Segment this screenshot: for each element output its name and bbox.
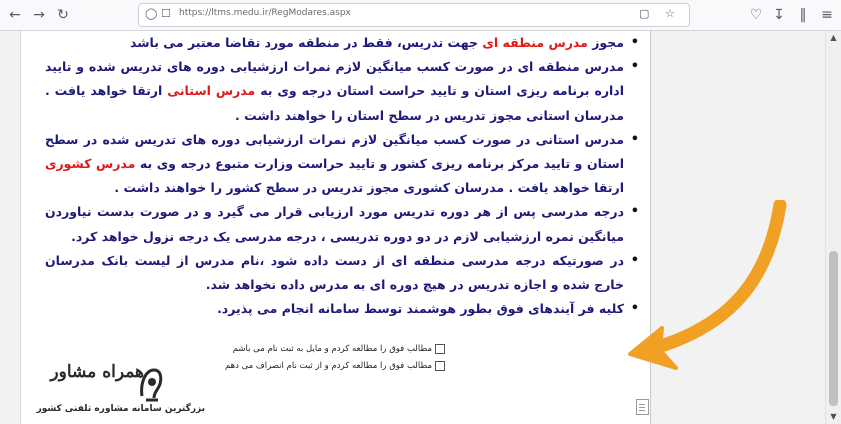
lock-icon[interactable]: ☐ <box>161 7 171 20</box>
accept-label[interactable]: مطالب فوق را مطالعه کردم و مایل به ثبت ن… <box>233 344 432 354</box>
rule-text: در صورتیکه درجه مدرسی منطقه ای از دست دا… <box>45 252 624 293</box>
rule-text: مجوز <box>587 35 624 50</box>
library-icon[interactable]: ‖ <box>794 6 812 24</box>
accept-checkbox[interactable] <box>435 344 445 354</box>
url-bar[interactable]: ◯ ☐ https://ltms.medu.ir/RegModares.aspx… <box>138 3 690 27</box>
scroll-down-icon[interactable]: ▼ <box>828 412 839 422</box>
scroll-thumb[interactable] <box>829 251 838 406</box>
watermark-logo: همراه مشاور بزرگترین سامانه مشاوره تلفنی… <box>0 362 210 424</box>
shield-icon[interactable]: ◯ <box>145 7 157 20</box>
decline-label[interactable]: مطالب فوق را مطالعه کردم و از ثبت نام ان… <box>225 361 432 371</box>
menu-icon[interactable]: ≡ <box>818 6 836 24</box>
decline-row[interactable]: مطالب فوق را مطالعه کردم و از ثبت نام ان… <box>225 361 445 371</box>
download-icon[interactable]: ↧ <box>770 6 788 24</box>
scrollbar[interactable]: ▲ ▼ <box>825 31 841 424</box>
browser-toolbar: ← → ↻ ◯ ☐ https://ltms.medu.ir/RegModare… <box>0 0 841 31</box>
rule-item: مدرس منطقه ای در صورت کسب میانگین لازم ن… <box>45 55 641 128</box>
reload-icon[interactable]: ↻ <box>54 6 72 24</box>
rule-item: در صورتیکه درجه مدرسی منطقه ای از دست دا… <box>45 249 641 297</box>
logo-subtitle: بزرگترین سامانه مشاوره تلفنی کشور <box>36 404 205 414</box>
rule-text: درجه مدرسی پس از هر دوره تدریس مورد ارزی… <box>45 204 624 244</box>
rule-item: مجوز مدرس منطقه ای جهت تدریس، فقط در منط… <box>45 31 641 55</box>
arrow-left-icon[interactable]: ← <box>6 6 24 24</box>
copy-icon[interactable]: ▢ <box>639 7 649 20</box>
arrow-right-icon[interactable]: → <box>30 6 48 24</box>
rule-highlight: مدرس استانی <box>167 83 256 99</box>
accept-row[interactable]: مطالب فوق را مطالعه کردم و مایل به ثبت ن… <box>233 344 445 354</box>
rules-list: مجوز مدرس منطقه ای جهت تدریس، فقط در منط… <box>45 31 641 322</box>
scroll-up-icon[interactable]: ▲ <box>828 33 839 43</box>
rule-text: جهت تدریس، فقط در منطقه مورد تقاضا معتبر… <box>129 35 483 50</box>
annotation-arrow <box>628 200 787 370</box>
decline-checkbox[interactable] <box>435 361 445 371</box>
rule-text: ارتقا خواهد یافت . مدرسان کشوری مجوز تدر… <box>114 180 624 196</box>
rule-text: کلیه فر آیندهای فوق بطور هوشمند توسط سام… <box>217 301 624 317</box>
rule-highlight: مدرس کشوری <box>45 156 136 172</box>
document-icon[interactable] <box>636 399 649 415</box>
rule-highlight: مدرس منطقه ای <box>482 35 588 50</box>
pocket-icon[interactable]: ♡ <box>747 6 765 24</box>
logo-title: همراه مشاور <box>50 362 144 382</box>
rule-item: درجه مدرسی پس از هر دوره تدریس مورد ارزی… <box>45 200 641 248</box>
rule-item: کلیه فر آیندهای فوق بطور هوشمند توسط سام… <box>45 297 641 321</box>
rule-item: مدرس استانی در صورت کسب میانگین لازم نمر… <box>45 128 641 201</box>
url-text[interactable]: https://ltms.medu.ir/RegModares.aspx <box>179 8 351 18</box>
bookmark-star-icon[interactable]: ☆ <box>665 7 675 20</box>
